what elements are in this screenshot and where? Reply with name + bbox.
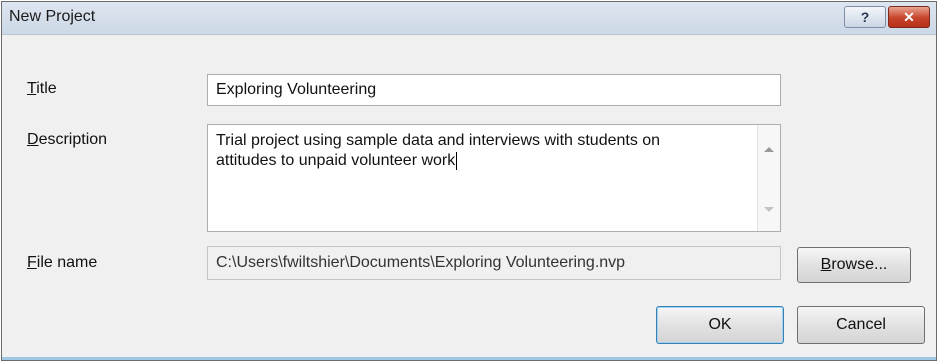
ok-button[interactable]: OK bbox=[656, 306, 784, 344]
scroll-down-arrow-icon[interactable] bbox=[764, 207, 774, 212]
title-label: Title bbox=[27, 80, 57, 97]
file-name-label: File name bbox=[27, 254, 98, 271]
dialog-title: New Project bbox=[9, 8, 96, 25]
browse-button[interactable]: Browse... bbox=[797, 247, 911, 283]
description-scrollbar[interactable] bbox=[757, 125, 780, 231]
file-name-field: C:\Users\fwiltshier\Documents\Exploring … bbox=[207, 246, 781, 280]
description-textarea[interactable]: Trial project using sample data and inte… bbox=[207, 124, 781, 232]
text-caret bbox=[456, 151, 458, 170]
file-name-value: C:\Users\fwiltshier\Documents\Exploring … bbox=[216, 254, 626, 271]
cancel-button-label: Cancel bbox=[836, 316, 886, 333]
description-label: Description bbox=[27, 131, 108, 148]
ok-button-label: OK bbox=[708, 316, 732, 333]
title-input[interactable]: Exploring Volunteering bbox=[207, 74, 781, 106]
close-button[interactable]: ✕ bbox=[888, 6, 930, 28]
title-input-value: Exploring Volunteering bbox=[216, 81, 377, 98]
close-icon: ✕ bbox=[903, 8, 915, 25]
help-button[interactable]: ? bbox=[844, 6, 886, 28]
browse-button-label: Browse... bbox=[820, 256, 888, 273]
cancel-button[interactable]: Cancel bbox=[797, 306, 925, 344]
bottom-accent-strip bbox=[2, 357, 936, 360]
scroll-up-arrow-icon[interactable] bbox=[764, 147, 774, 152]
new-project-dialog: New Project ? ✕ Title Exploring Voluntee… bbox=[1, 1, 937, 361]
help-icon: ? bbox=[860, 9, 870, 25]
description-value: Trial project using sample data and inte… bbox=[216, 132, 661, 170]
title-bar[interactable]: New Project ? ✕ bbox=[2, 2, 936, 35]
